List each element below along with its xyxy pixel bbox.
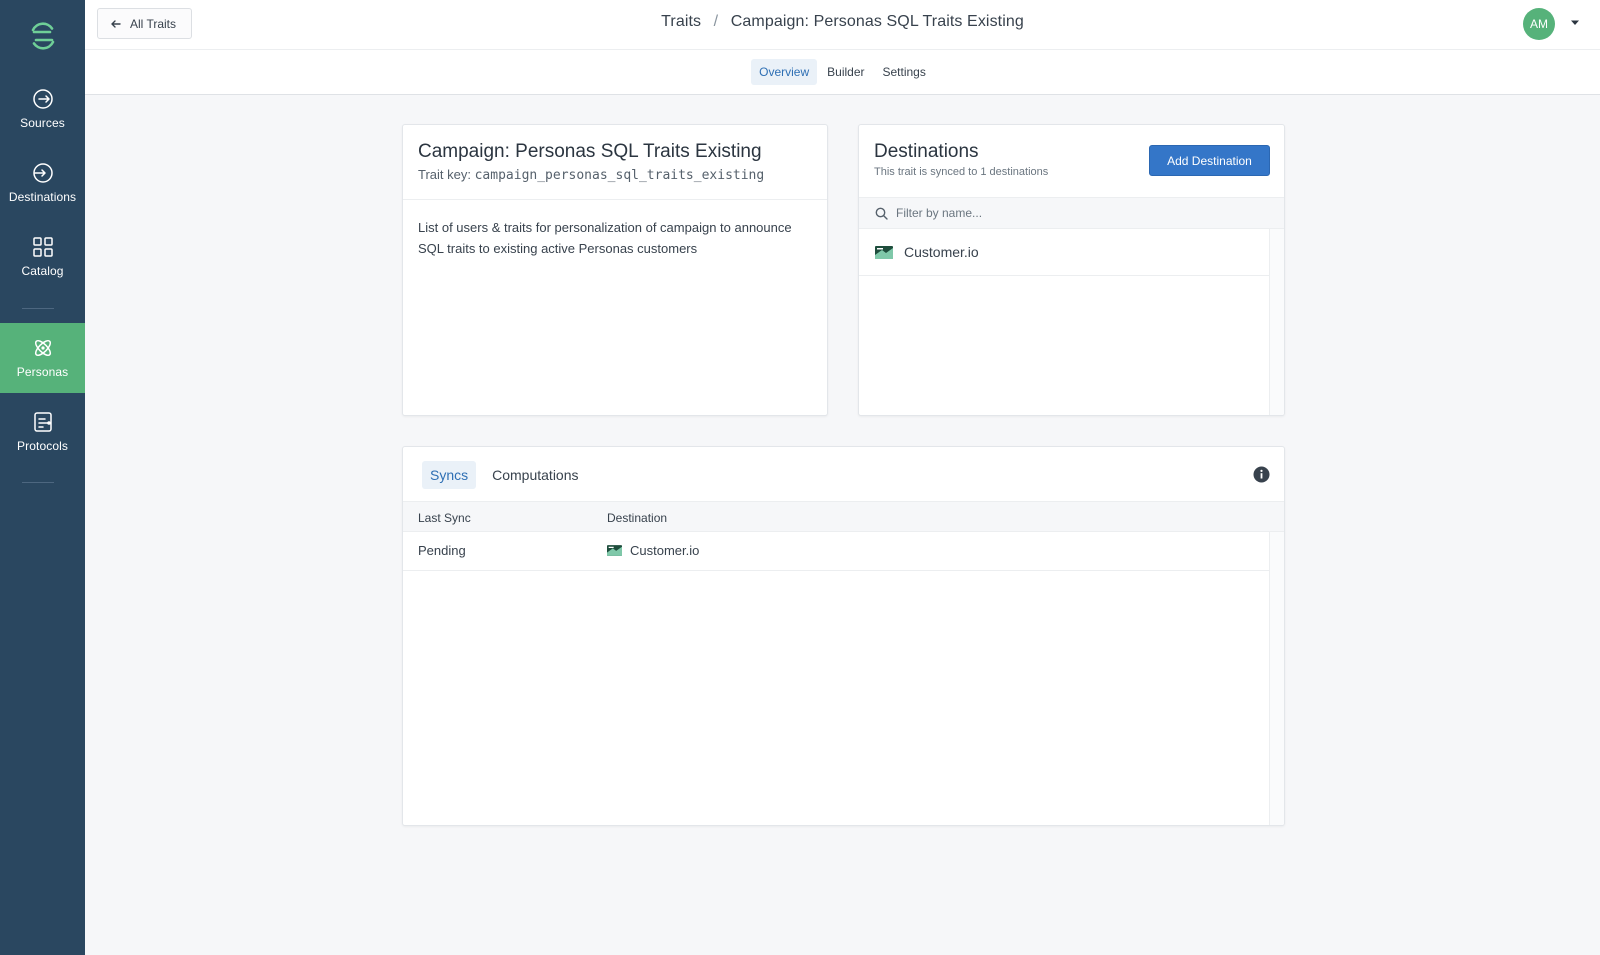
sidebar-item-destinations[interactable]: Destinations (0, 148, 85, 218)
destination-name: Customer.io (904, 244, 979, 260)
trait-key-label: Trait key: (418, 167, 471, 182)
syncs-table-scrollbar[interactable] (1269, 532, 1284, 825)
destinations-icon (32, 162, 54, 184)
syncs-tabs: Syncs Computations (422, 461, 587, 489)
sidebar-item-personas[interactable]: Personas (0, 323, 85, 393)
caret-down-icon[interactable] (1570, 19, 1580, 27)
tab-syncs[interactable]: Syncs (422, 461, 476, 489)
destinations-card: Destinations This trait is synced to 1 d… (858, 124, 1285, 416)
customerio-icon (607, 545, 622, 556)
destination-filter (859, 197, 1284, 229)
sidebar-item-catalog[interactable]: Catalog (0, 222, 85, 292)
sidebar-item-protocols[interactable]: Protocols (0, 397, 85, 467)
add-destination-button[interactable]: Add Destination (1149, 145, 1270, 176)
sidebar-item-sources[interactable]: Sources (0, 74, 85, 144)
destination-cell: Customer.io (607, 543, 699, 558)
search-icon (875, 207, 888, 220)
destinations-title: Destinations (874, 141, 979, 163)
sidebar-divider (22, 482, 54, 483)
trait-key-value: campaign_personas_sql_traits_existing (475, 168, 765, 183)
protocols-icon (32, 411, 54, 433)
sidebar-item-label: Sources (20, 116, 65, 130)
destinations-subtitle: This trait is synced to 1 destinations (874, 166, 1048, 178)
destination-list-scrollbar[interactable] (1269, 229, 1284, 415)
avatar[interactable]: AM (1523, 8, 1555, 40)
sidebar-divider (22, 308, 54, 309)
catalog-icon (32, 236, 54, 258)
destination-list: Customer.io (859, 229, 1271, 415)
sources-icon (32, 88, 54, 110)
page-tabs: Overview Builder Settings (85, 59, 1600, 85)
tab-builder[interactable]: Builder (819, 59, 872, 85)
last-sync-cell: Pending (418, 543, 466, 558)
syncs-table-header: Last Sync Destination (403, 501, 1284, 532)
trait-info-card: Campaign: Personas SQL Traits Existing T… (402, 124, 828, 416)
column-header-destination: Destination (607, 511, 667, 525)
sidebar-item-label: Destinations (9, 190, 76, 204)
customerio-icon (875, 246, 893, 259)
tab-computations[interactable]: Computations (484, 461, 586, 489)
column-header-last-sync: Last Sync (418, 511, 471, 525)
sidebar-item-label: Catalog (21, 264, 63, 278)
personas-icon (32, 337, 54, 359)
filter-by-name-input[interactable] (896, 206, 1236, 220)
breadcrumb-current: Campaign: Personas SQL Traits Existing (731, 13, 1024, 30)
table-row: Pending Customer.io (403, 532, 1271, 571)
sidebar: Sources Destinations Catalog Personas (0, 0, 85, 955)
sidebar-item-label: Personas (17, 365, 69, 379)
top-bar: All Traits Traits / Campaign: Personas S… (85, 0, 1600, 50)
tab-overview[interactable]: Overview (751, 59, 817, 85)
sidebar-item-label: Protocols (17, 439, 68, 453)
list-item[interactable]: Customer.io (859, 229, 1271, 276)
tab-settings[interactable]: Settings (875, 59, 934, 85)
syncs-table-body: Pending Customer.io (403, 532, 1271, 825)
segment-logo-icon[interactable] (0, 16, 85, 56)
breadcrumb: Traits / Campaign: Personas SQL Traits E… (85, 13, 1600, 31)
breadcrumb-separator: / (714, 13, 719, 30)
trait-description: List of users & traits for personalizati… (418, 217, 798, 259)
breadcrumb-parent[interactable]: Traits (661, 13, 701, 30)
divider (403, 199, 827, 200)
trait-key: Trait key: campaign_personas_sql_traits_… (418, 167, 764, 183)
syncs-card: Syncs Computations Last Sync Destination… (402, 446, 1285, 826)
info-icon[interactable] (1253, 466, 1270, 483)
destination-name[interactable]: Customer.io (630, 543, 699, 558)
page-tabs-bar: Overview Builder Settings (85, 50, 1600, 95)
trait-title: Campaign: Personas SQL Traits Existing (418, 141, 762, 163)
